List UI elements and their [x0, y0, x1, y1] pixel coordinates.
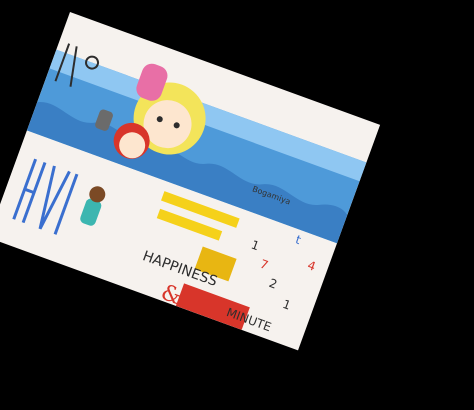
book-cover-photo: HAPPINESS MINUTE & Bogamiya 1 7 2 t 1 4: [0, 12, 381, 351]
book-cover: HAPPINESS MINUTE & Bogamiya 1 7 2 t 1 4: [0, 12, 381, 351]
